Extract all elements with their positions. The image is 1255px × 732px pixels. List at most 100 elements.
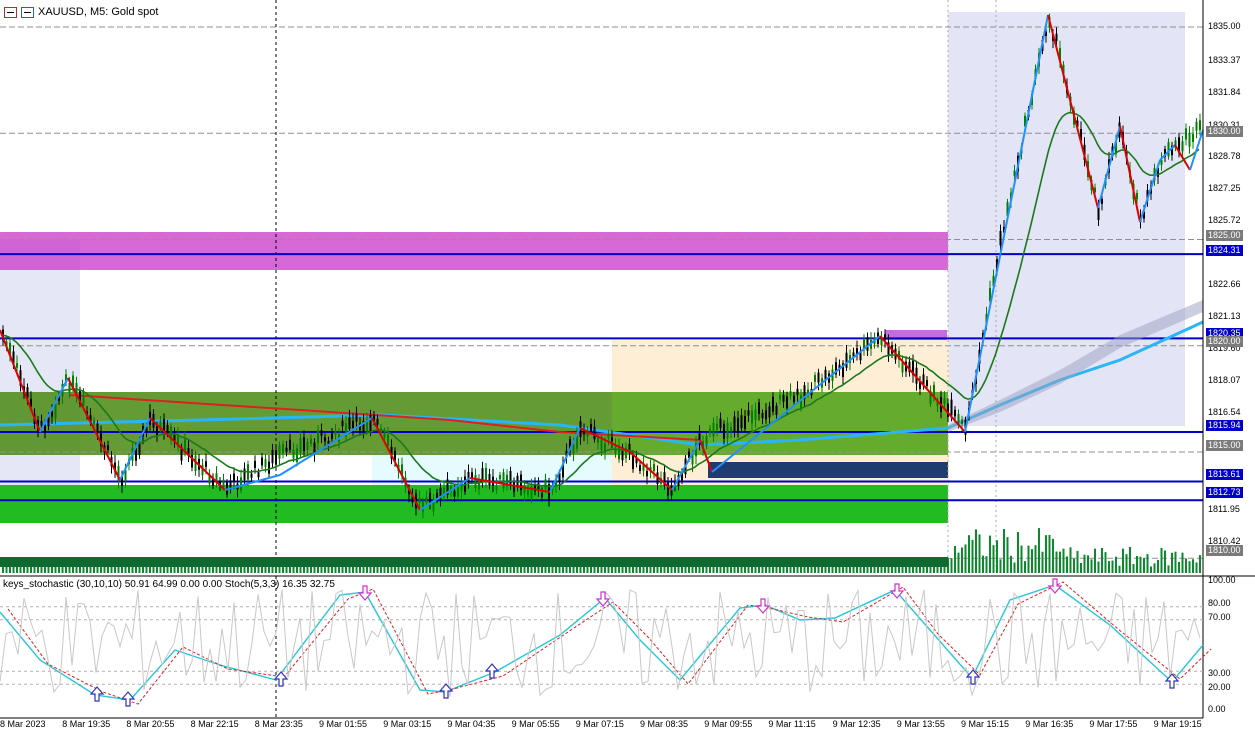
volume-bar — [292, 566, 295, 573]
volume-bar — [1073, 558, 1075, 573]
candle-body — [352, 420, 354, 428]
volume-bar — [982, 555, 984, 573]
trading-chart[interactable] — [0, 0, 1255, 732]
volume-bar — [1129, 547, 1131, 573]
candle-body — [499, 474, 501, 480]
volume-bar — [968, 535, 970, 573]
price-axis-label: 1831.84 — [1208, 87, 1241, 97]
volume-bar — [1062, 548, 1065, 573]
candle-body — [306, 441, 309, 450]
chart-title: XAUUSD, M5: Gold spot — [38, 6, 159, 18]
resistance-zone — [0, 232, 948, 270]
volume-bar — [1132, 564, 1135, 573]
candle-body — [751, 410, 753, 424]
time-axis-label: 9 Mar 16:35 — [1025, 719, 1074, 729]
candle-body — [926, 380, 928, 386]
price-level-badge: 1812.73 — [1206, 487, 1243, 498]
candle-body — [786, 396, 788, 409]
candle-body — [933, 384, 935, 397]
candle-body — [257, 472, 260, 478]
candle-body — [957, 414, 960, 424]
demand-zone — [0, 485, 948, 523]
candle-body — [1101, 198, 1103, 204]
candle-body — [705, 436, 708, 446]
candle-body — [387, 434, 389, 446]
candle-body — [1181, 141, 1184, 152]
candle-body — [243, 468, 246, 480]
candle-body — [376, 418, 379, 425]
symbol-icon[interactable] — [21, 6, 34, 18]
candle-body — [422, 501, 424, 512]
volume-bar — [985, 556, 988, 573]
candle-body — [716, 423, 718, 430]
volume-bar — [240, 566, 242, 573]
candle-body — [943, 398, 946, 405]
candle-body — [999, 230, 1002, 246]
price-level-badge: 1820.00 — [1206, 336, 1243, 347]
candle-body — [1136, 192, 1138, 200]
volume-bar — [1097, 561, 1100, 573]
candle-body — [285, 447, 288, 452]
candle-body — [765, 410, 767, 420]
candle-body — [485, 467, 487, 482]
volume-bar — [257, 566, 260, 573]
price-level-badge: 1813.61 — [1206, 469, 1243, 480]
volume-bar — [1006, 537, 1009, 573]
volume-bar — [1013, 562, 1016, 573]
candle-body — [772, 396, 774, 412]
candle-body — [789, 391, 792, 396]
candle-body — [467, 471, 470, 483]
volume-bar — [1083, 554, 1086, 573]
candle-body — [950, 399, 953, 416]
candle-body — [1185, 128, 1187, 140]
volume-bar — [761, 566, 764, 573]
volume-bar — [730, 566, 732, 573]
volume-bar — [1167, 565, 1170, 573]
price-axis-label: 1825.72 — [1208, 215, 1241, 225]
candle-body — [310, 438, 312, 444]
candle-body — [1188, 133, 1191, 147]
time-axis-label: 9 Mar 11:15 — [768, 719, 816, 729]
time-axis-label: 9 Mar 12:35 — [832, 719, 881, 729]
candle-body — [268, 461, 270, 474]
candle-body — [653, 464, 655, 471]
candle-body — [299, 438, 302, 454]
volume-bar — [1010, 555, 1012, 573]
volume-bar — [702, 566, 704, 573]
volume-bar — [1118, 565, 1121, 573]
volume-bar — [975, 529, 977, 573]
candle-body — [282, 443, 284, 454]
candle-body — [845, 352, 848, 368]
time-axis-label: 8 Mar 19:35 — [62, 719, 111, 729]
candle-body — [737, 417, 739, 433]
price-axis-label: 1818.07 — [1208, 375, 1241, 385]
volume-bar — [1164, 550, 1166, 573]
candle-body — [719, 418, 722, 429]
candle-body — [761, 412, 764, 419]
candle-body — [16, 363, 18, 368]
time-axis-label: 9 Mar 01:55 — [319, 719, 368, 729]
candle-body — [250, 473, 253, 478]
volume-bar — [1101, 547, 1103, 573]
volume-bar — [1069, 547, 1072, 573]
indicator-axis-label: 30.00 — [1208, 668, 1231, 678]
candle-body — [436, 492, 438, 499]
volume-bar — [1199, 555, 1201, 573]
volume-bar — [40, 566, 43, 573]
candle-body — [723, 423, 725, 439]
candle-body — [824, 369, 827, 380]
candle-body — [726, 422, 729, 439]
chart-title-bar: XAUUSD, M5: Gold spot — [0, 0, 158, 24]
price-level-badge: 1830.00 — [1206, 126, 1243, 137]
candle-body — [747, 410, 750, 416]
volume-strip — [0, 557, 948, 567]
candle-body — [947, 403, 949, 418]
price-axis-label: 1827.25 — [1208, 183, 1241, 193]
volume-bar — [821, 566, 823, 573]
time-axis-label: 9 Mar 17:55 — [1089, 719, 1138, 729]
candle-body — [527, 489, 529, 496]
chart-window-icon[interactable] — [4, 6, 17, 18]
candle-body — [292, 449, 295, 459]
volume-bar — [978, 534, 981, 573]
volume-bar — [1181, 552, 1184, 573]
